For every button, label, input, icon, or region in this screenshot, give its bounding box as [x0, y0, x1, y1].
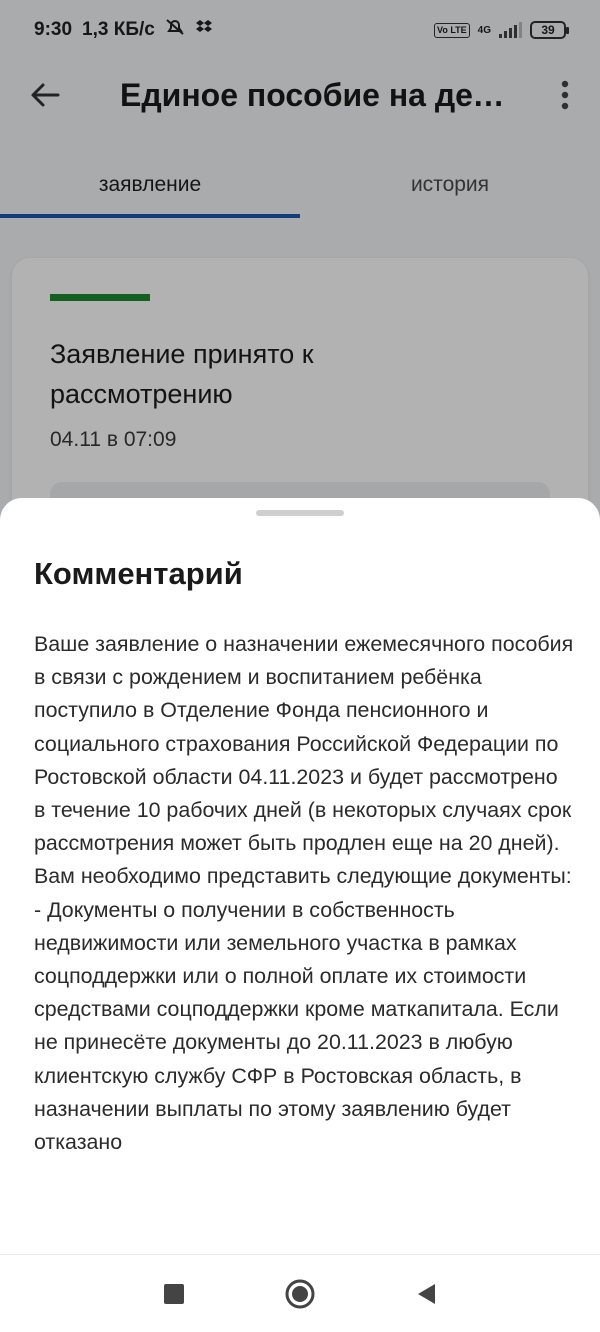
- comment-bottom-sheet: Комментарий Ваше заявление о назначении …: [0, 498, 600, 1332]
- screen: 9:30 1,3 КБ/с Vo LTE 4G 39 Единое пособи…: [0, 0, 600, 1332]
- home-icon: [285, 1279, 315, 1308]
- back-icon: [418, 1283, 435, 1304]
- home-button[interactable]: [278, 1272, 322, 1316]
- system-nav-bar: [0, 1254, 600, 1332]
- nav-back-button[interactable]: [404, 1272, 448, 1316]
- recents-button[interactable]: [152, 1272, 196, 1316]
- recents-icon: [164, 1283, 184, 1304]
- sheet-title: Комментарий: [34, 556, 243, 591]
- drag-handle[interactable]: [256, 510, 344, 516]
- comment-text: Ваше заявление о назначении ежемесячного…: [34, 632, 574, 1155]
